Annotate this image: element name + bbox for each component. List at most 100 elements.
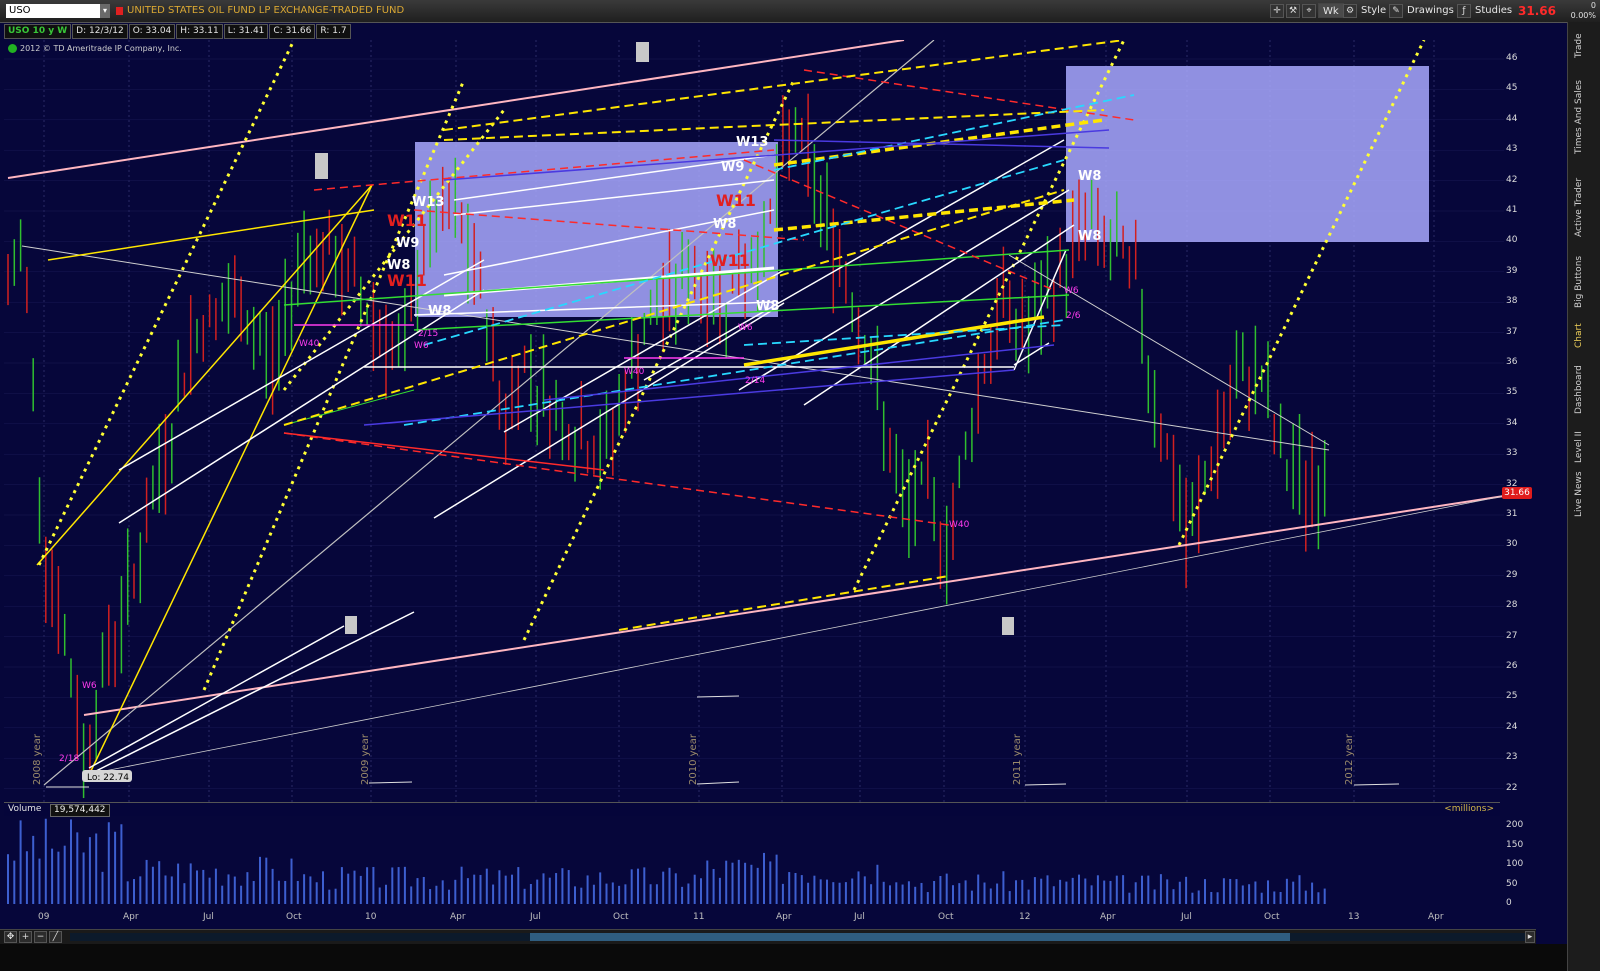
crosshair-icon[interactable]: ✛ [1270,4,1284,18]
trendline[interactable] [88,184,373,776]
marker-218: 2/18 [59,754,79,764]
label-w8: W8 [428,304,451,319]
trendline[interactable] [743,315,1045,367]
time-tick: Jul [203,912,214,922]
time-tick: Jul [1181,912,1192,922]
style-button[interactable]: Style [1357,3,1390,18]
year-labels: 2008 year 2009 year 2010 year 2011 year 2012… [32,733,1355,785]
pan-icon[interactable]: ✥ [4,931,17,943]
side-tab-live-news[interactable]: Live News [1574,471,1594,517]
side-tab-trade[interactable]: Trade [1574,26,1594,66]
volume-tick: 0 [1506,898,1512,908]
trendline[interactable] [363,369,1015,426]
side-tab-active-trader[interactable]: Active Trader [1574,172,1594,242]
trendline[interactable] [618,575,950,631]
zoom-out-icon[interactable]: − [34,931,47,943]
price-chart[interactable]: 2008 year 2009 year 2010 year 2011 year 2012… [4,39,1505,802]
time-tick: 09 [38,912,50,922]
zoom-in-icon[interactable]: + [19,931,32,943]
price-chart-svg[interactable]: 2008 year 2009 year 2010 year 2011 year 2012… [4,39,1505,802]
marker-215: 2/15 [418,329,438,339]
symbol-dropdown-button[interactable]: ▾ [100,4,110,18]
price-tick: 35 [1506,387,1518,398]
volume-chart[interactable] [4,816,1504,908]
price-tick: 28 [1506,600,1518,611]
trendline[interactable] [47,209,375,261]
marker-214: 2/14 [745,376,765,386]
trendline[interactable] [696,781,740,785]
price-tick: 25 [1506,691,1518,702]
last-price-tag: 31.66 [1502,487,1532,499]
volume-tick: 200 [1506,820,1524,830]
price-tick: 27 [1506,630,1518,641]
price-tick: 29 [1506,569,1518,580]
period-button[interactable]: Wk [1318,3,1344,18]
price-tick: 22 [1506,782,1518,793]
trendline[interactable] [403,319,1065,426]
trendline[interactable] [696,695,740,698]
trendline[interactable] [283,432,605,471]
trendline[interactable] [443,109,1105,141]
trendline[interactable] [1008,254,1330,446]
draw-line-icon[interactable]: ╱ [49,931,62,943]
highlight-zone-2[interactable] [1066,66,1429,242]
drawings-button[interactable]: Drawings [1403,3,1458,18]
trendline[interactable] [443,39,1125,131]
trendline[interactable] [1353,783,1400,786]
trendline[interactable] [88,625,345,769]
side-tab-strip: Trade Times And Sales Active Trader Big But… [1567,22,1600,971]
trendline[interactable] [1024,783,1067,786]
volume-tick: 100 [1506,859,1524,869]
side-tab-times-and-sales[interactable]: Times And Sales [1574,72,1594,162]
marker-w6: W6 [82,681,97,691]
label-w9: W9 [721,160,744,175]
trendline[interactable] [83,495,1505,716]
price-tick: 38 [1506,296,1518,307]
side-tab-big-buttons[interactable]: Big Buttons [1574,252,1594,312]
trendline[interactable] [118,259,485,471]
trendline[interactable] [83,495,1505,776]
price-tick: 46 [1506,53,1518,63]
symbol-period[interactable]: USO 10 y W [4,24,72,39]
price-tick: 39 [1506,265,1518,276]
pin-icon[interactable]: ⌖ [1302,4,1316,18]
bar-date: D: 12/3/12 [72,24,128,39]
time-tick: Oct [938,912,954,922]
trendline[interactable] [37,39,296,566]
price-tick: 34 [1506,417,1518,428]
scroll-right-icon[interactable]: ▸ [1525,931,1535,943]
trendline[interactable] [36,184,373,566]
marker-26: 2/6 [1066,311,1081,321]
trendline[interactable] [738,189,1070,391]
bar-open: O: 33.04 [128,24,176,39]
year-label: 2009 year [360,733,371,785]
pencil-icon[interactable]: ✎ [1389,4,1403,18]
side-tab-level-ii[interactable]: Level II [1574,427,1594,467]
style-icon[interactable]: ⚙ [1343,4,1357,18]
instrument-title: UNITED STATES OIL FUND LP EXCHANGE-TRADE… [127,5,405,16]
time-axis: 09 Apr Jul Oct 10 Apr Jul Oct 11 Apr Jul Oct 12 Apr Ju… [4,910,1504,928]
marker-w40: W40 [299,339,320,349]
year-label: 2011 year [1012,733,1023,785]
side-tab-dashboard[interactable]: Dashboard [1574,362,1594,417]
trendline[interactable] [283,432,950,526]
wrench-icon[interactable]: ⚒ [1286,4,1300,18]
trendline[interactable] [743,159,1055,291]
studies-icon[interactable]: ƒ [1457,4,1471,18]
drag-handle[interactable] [1002,617,1014,635]
studies-button[interactable]: Studies [1471,3,1516,18]
scrollbar-thumb[interactable] [530,933,1290,941]
trendline[interactable] [368,781,413,784]
drag-handle[interactable] [345,616,357,634]
time-tick: Apr [776,912,792,922]
last-price: 31.66 [1518,4,1556,18]
low-marker: Lo: 22.74 [87,773,129,783]
time-tick: Apr [1428,912,1444,922]
drag-handle[interactable] [315,153,328,179]
label-w8: W8 [1078,229,1101,244]
symbol-input[interactable]: USO [6,4,102,18]
chart-scrollbar[interactable] [70,933,1525,941]
drag-handle[interactable] [636,42,649,62]
side-tab-chart[interactable]: Chart [1574,322,1594,350]
price-axis[interactable]: 46 45 44 43 42 41 40 39 38 37 36 35 34 33 32 31 30 29 28 27… [1504,40,1532,802]
